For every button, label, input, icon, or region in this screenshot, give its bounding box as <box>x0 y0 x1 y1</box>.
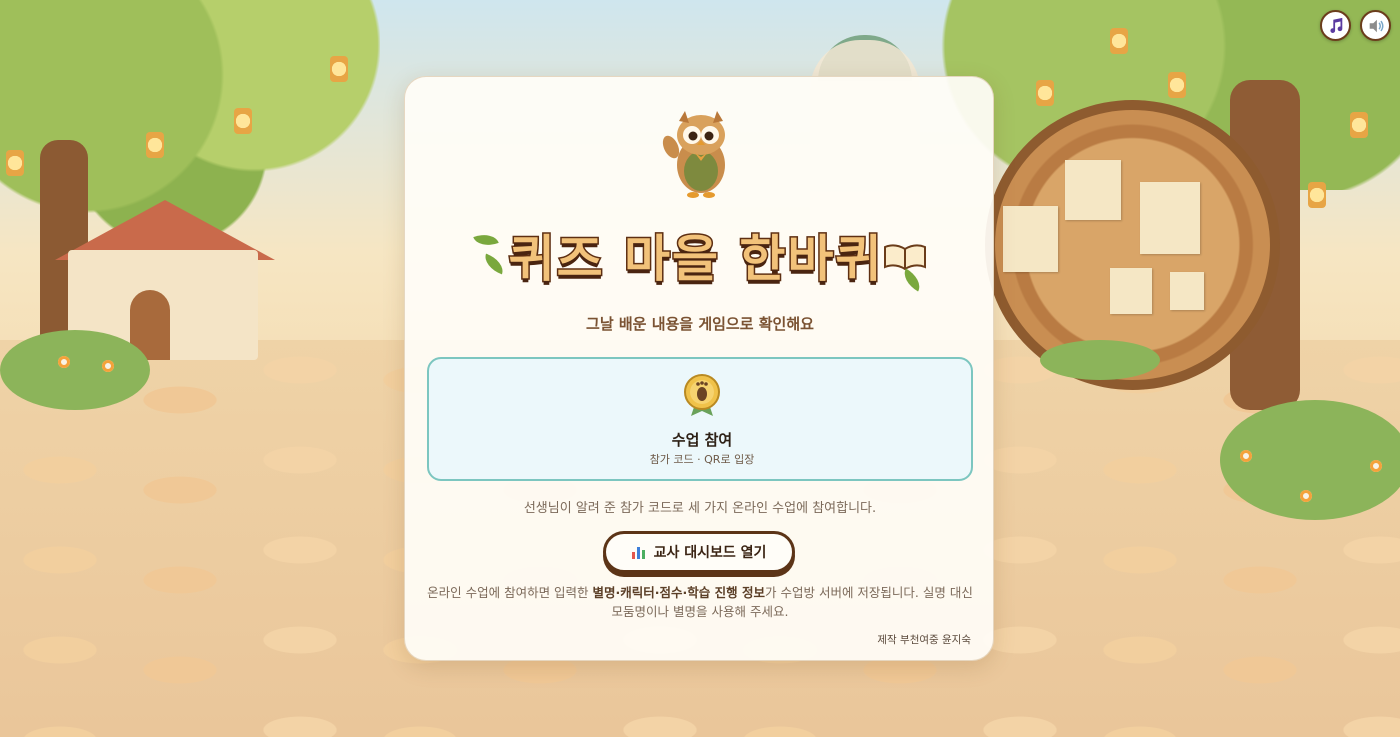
lantern <box>1308 182 1326 208</box>
flower <box>1300 490 1312 502</box>
open-book-icon <box>884 244 926 271</box>
board-note <box>1170 272 1204 310</box>
board-note <box>1065 160 1121 220</box>
bar-chart-icon <box>631 545 646 559</box>
lantern <box>1036 80 1054 106</box>
privacy-notice-prefix: 온라인 수업에 참여하면 입력한 <box>427 585 593 600</box>
page-subtitle: 그날 배운 내용을 게임으로 확인해요 <box>586 315 814 333</box>
flower <box>102 360 114 372</box>
board-note <box>1140 182 1200 254</box>
board-note <box>1003 206 1058 272</box>
creator-credit: 제작 부천여중 윤지숙 <box>877 634 971 646</box>
lantern <box>1168 72 1186 98</box>
game-title: 퀴즈 마을 한바퀴 <box>507 229 884 290</box>
privacy-notice-highlight: 별명·캐릭터·점수·학습 진행 정보 <box>592 585 765 600</box>
speaker-icon <box>1369 19 1383 32</box>
join-description: 선생님이 알려 준 참가 코드로 세 가지 온라인 수업에 참여합니다. <box>523 501 877 516</box>
board-note <box>1110 268 1152 314</box>
teacher-dashboard-label: 교사 대시보드 열기 <box>653 545 767 561</box>
game-logo: 퀴즈 마을 한바퀴 <box>471 213 931 297</box>
lantern <box>6 150 24 176</box>
flower-planter <box>1040 340 1160 380</box>
flower <box>58 356 70 368</box>
footprint-medal-icon <box>684 374 720 416</box>
leaf-icon <box>898 268 926 292</box>
join-class-subtitle: 참가 코드 · QR로 입장 <box>649 453 755 466</box>
flower <box>1370 460 1382 472</box>
lantern <box>1350 112 1368 138</box>
leaf-icon <box>473 229 499 251</box>
join-class-card[interactable]: 수업 참여 참가 코드 · QR로 입장 <box>427 357 973 481</box>
flower <box>1240 450 1252 462</box>
music-note-icon <box>1329 17 1342 33</box>
lantern <box>146 132 164 158</box>
flower-bush <box>0 330 150 410</box>
lantern <box>1110 28 1128 54</box>
lantern <box>330 56 348 82</box>
privacy-notice: 온라인 수업에 참여하면 입력한 별명·캐릭터·점수·학습 진행 정보가 수업방… <box>425 583 975 621</box>
main-card: 퀴즈 마을 한바퀴 그날 배운 내용을 게임으로 확인해요 수업 참여 참가 코… <box>404 76 994 661</box>
teacher-dashboard-button[interactable]: 교사 대시보드 열기 <box>603 531 795 573</box>
lantern <box>234 108 252 134</box>
owl-mascot-icon <box>662 111 725 198</box>
join-class-title: 수업 참여 <box>671 431 733 449</box>
sound-toggle-button[interactable] <box>1360 10 1391 41</box>
music-toggle-button[interactable] <box>1320 10 1351 41</box>
